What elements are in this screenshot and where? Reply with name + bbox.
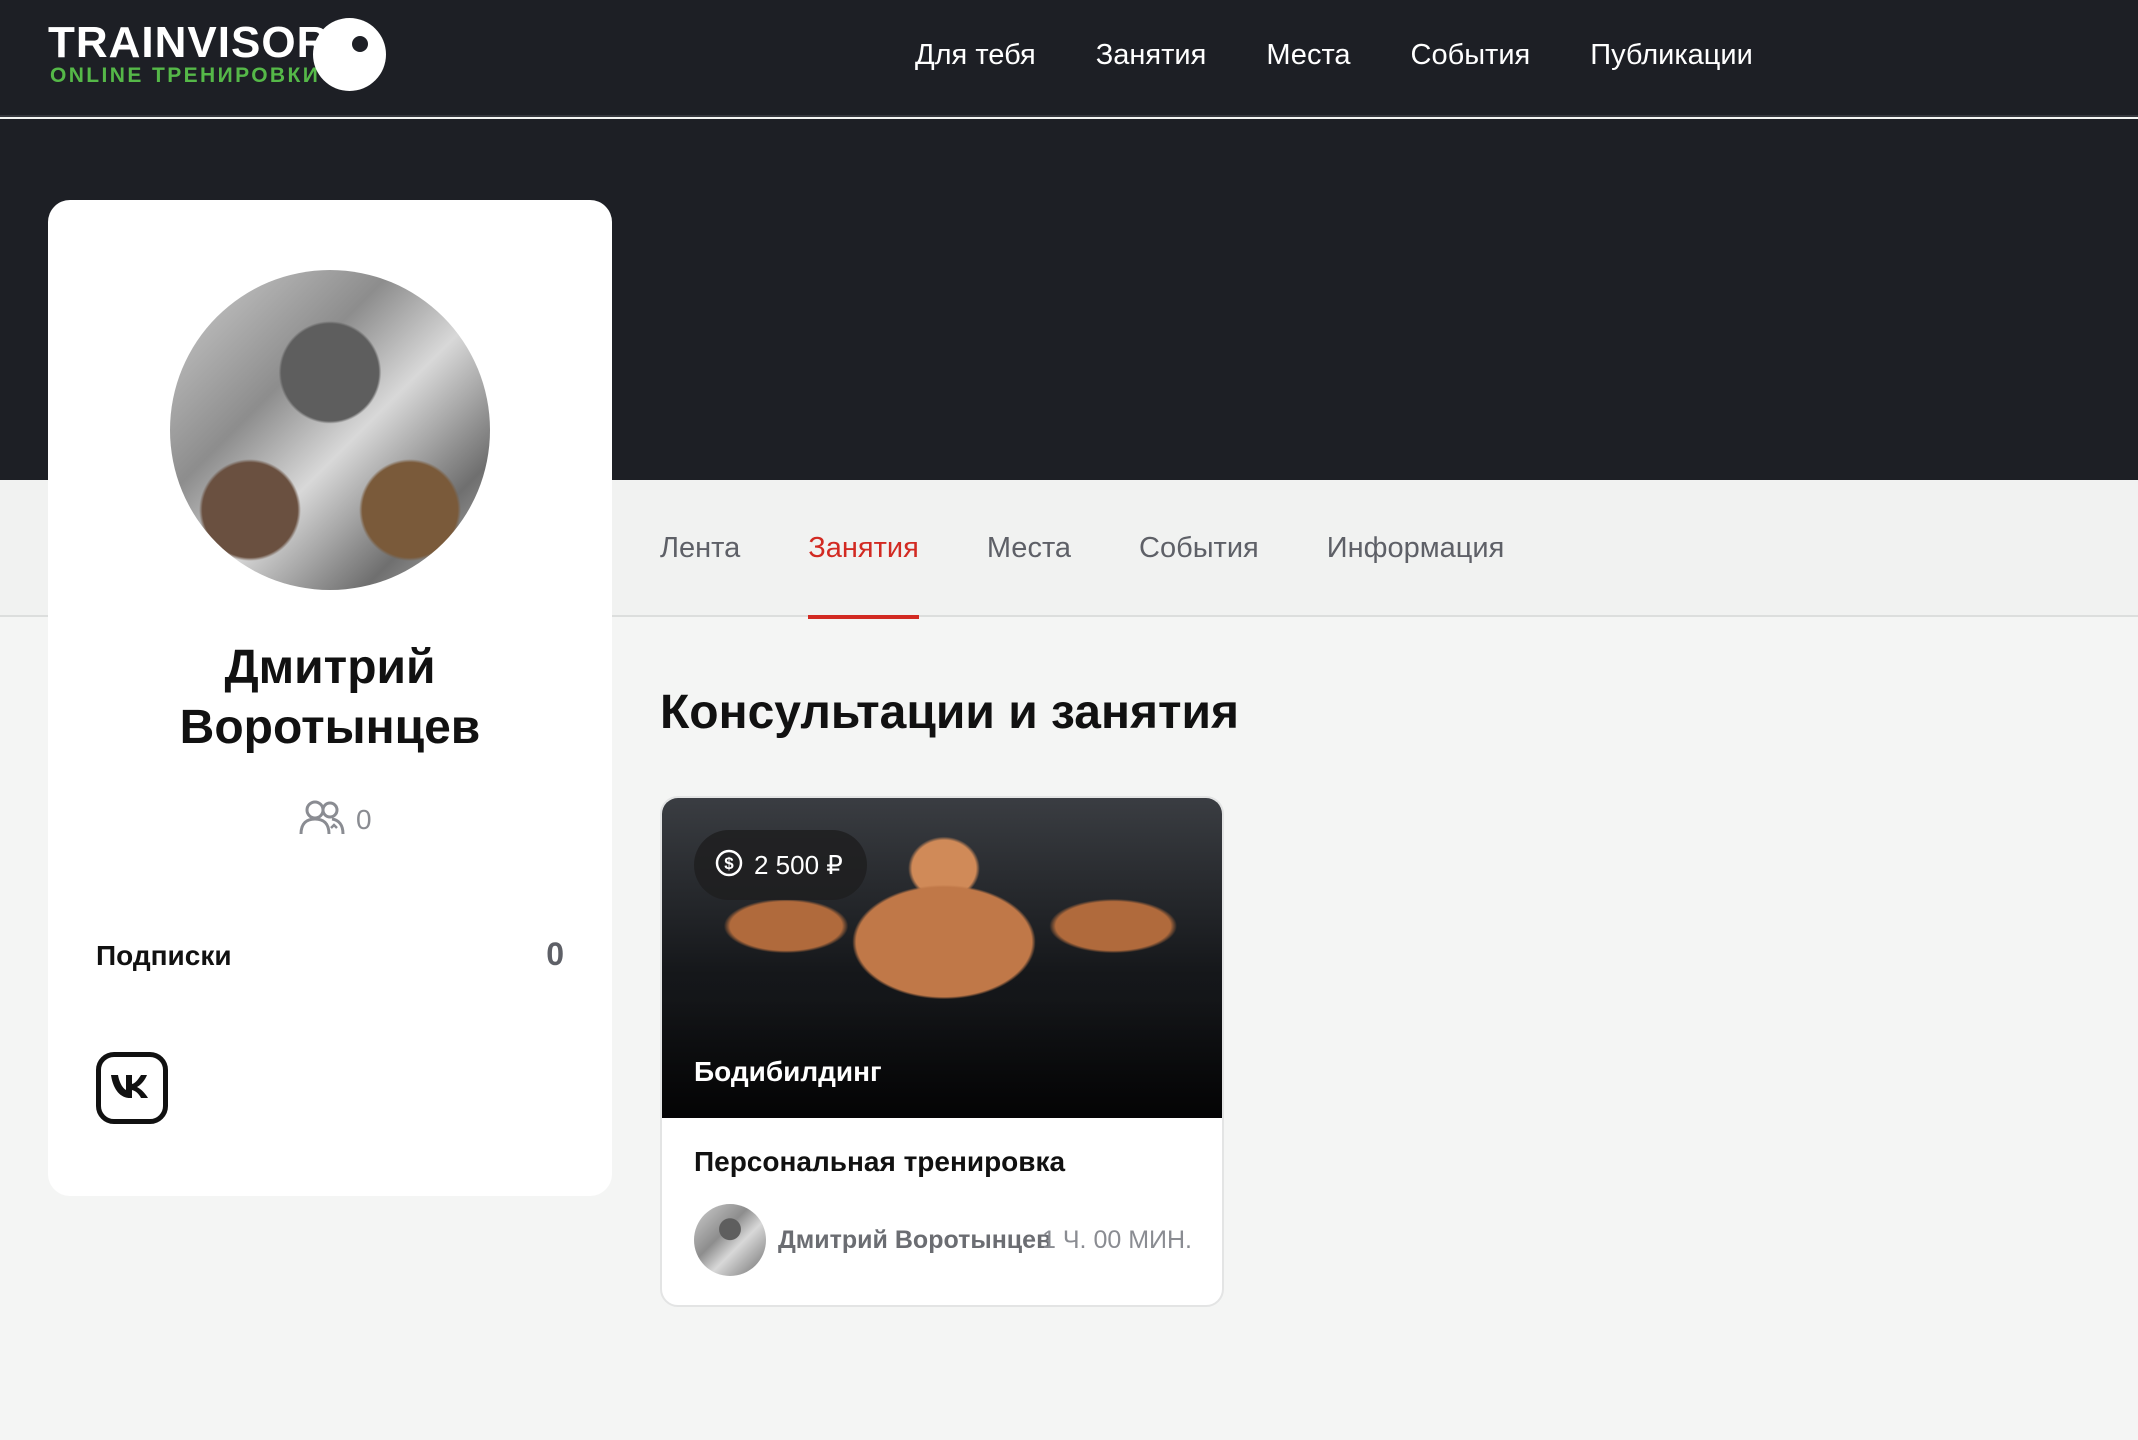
class-author[interactable]: Дмитрий Воротынцев <box>778 1226 1051 1255</box>
section-title: Консультации и занятия <box>660 686 1239 739</box>
top-header: TRAINVISOR ONLINE ТРЕНИРОВКИ Для тебя За… <box>0 0 2138 117</box>
class-duration: 1 Ч. 00 МИН. <box>1042 1226 1192 1254</box>
logo[interactable]: TRAINVISOR ONLINE ТРЕНИРОВКИ <box>46 18 396 98</box>
nav-for-you[interactable]: Для тебя <box>915 39 1036 72</box>
tab-places[interactable]: Места <box>987 480 1071 617</box>
tab-feed[interactable]: Лента <box>660 480 740 617</box>
followers[interactable]: 0 <box>298 800 372 840</box>
main-nav: Для тебя Занятия Места События Публикаци… <box>915 0 1813 110</box>
profile-card: Дмитрий Воротынцев 0 Подписки 0 <box>48 200 612 1196</box>
subscriptions-count[interactable]: 0 <box>546 936 564 973</box>
nav-places[interactable]: Места <box>1266 39 1350 72</box>
subscriptions-label[interactable]: Подписки <box>96 940 232 972</box>
author-avatar <box>694 1204 766 1276</box>
nav-publications[interactable]: Публикации <box>1590 39 1753 72</box>
profile-tabs: Лента Занятия Места События Информация <box>660 480 1572 619</box>
profile-name: Дмитрий Воротынцев <box>48 638 612 758</box>
logo-eye-icon <box>313 18 386 91</box>
class-card[interactable]: $ 2 500 ₽ Бодибилдинг Персональная трени… <box>660 796 1224 1307</box>
nav-events[interactable]: События <box>1411 39 1531 72</box>
nav-classes[interactable]: Занятия <box>1096 39 1207 72</box>
class-title: Персональная тренировка <box>694 1146 1066 1177</box>
price-text: 2 500 ₽ <box>754 849 843 880</box>
tab-info[interactable]: Информация <box>1327 480 1505 617</box>
vk-link-button[interactable] <box>96 1052 168 1124</box>
profile-last-name: Воротынцев <box>179 701 481 754</box>
tab-classes[interactable]: Занятия <box>808 480 919 619</box>
class-category: Бодибилдинг <box>694 1056 882 1087</box>
profile-avatar <box>170 270 490 590</box>
profile-first-name: Дмитрий <box>224 641 436 694</box>
followers-count: 0 <box>356 804 372 835</box>
logo-title: TRAINVISOR <box>48 18 330 67</box>
vk-icon <box>109 1072 155 1105</box>
logo-subtitle: ONLINE ТРЕНИРОВКИ <box>50 64 321 87</box>
tab-events[interactable]: События <box>1139 480 1259 617</box>
price-badge: $ 2 500 ₽ <box>694 830 867 900</box>
followers-icon <box>298 798 346 843</box>
dollar-coin-icon: $ <box>714 848 744 883</box>
svg-text:$: $ <box>724 854 734 873</box>
